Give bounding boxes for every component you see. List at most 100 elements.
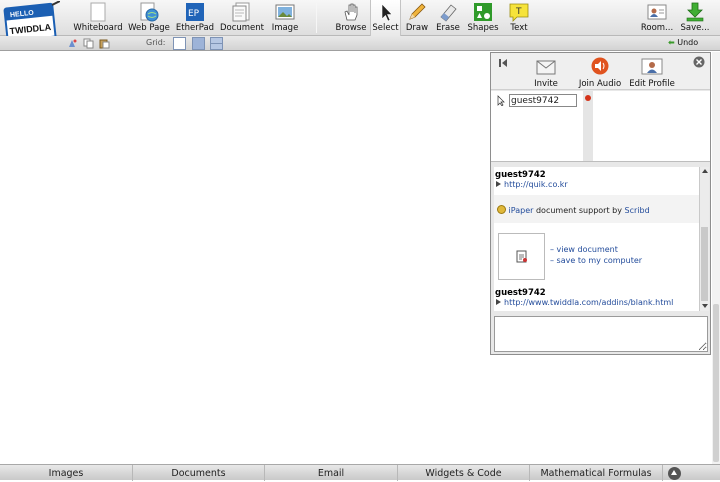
save-to-computer-link[interactable]: – save to my computer (550, 256, 642, 265)
chat-link[interactable]: http://quik.co.kr (496, 180, 568, 189)
undo-label: Undo (677, 38, 699, 47)
undo-button[interactable]: ⬅ Undo (668, 38, 698, 47)
erase-label: Erase (436, 23, 460, 33)
scroll-up-icon[interactable] (702, 169, 708, 173)
room-button[interactable]: Room... (640, 0, 674, 36)
document-thumbnail[interactable] (498, 233, 545, 280)
shapes-icon (474, 3, 492, 21)
participant-status-column (583, 91, 593, 161)
participant-name-field[interactable]: guest9742 (509, 94, 577, 107)
panel-header: Invite Join Audio Edit Profile (491, 53, 710, 90)
edit-profile-button[interactable]: Edit Profile (629, 57, 675, 89)
grid-fine-button[interactable] (210, 37, 223, 50)
invite-label: Invite (534, 79, 558, 89)
select-label: Select (372, 23, 399, 33)
whiteboard-label: Whiteboard (73, 23, 123, 33)
tab-whiteboard[interactable]: Whiteboard (72, 0, 124, 36)
grid-label: Grid: (146, 38, 166, 47)
hand-icon (344, 3, 358, 21)
speaker-icon (591, 57, 609, 75)
image-label: Image (271, 23, 299, 33)
tab-etherpad[interactable]: EP EtherPad (174, 0, 216, 36)
tab-image[interactable]: Image (268, 0, 302, 36)
collapse-panel-icon[interactable] (498, 58, 508, 68)
ipaper-logo-icon (497, 205, 506, 214)
document-icon (232, 2, 250, 22)
arrow-cursor-icon (381, 3, 393, 22)
participants-list: guest9742 (491, 91, 710, 162)
bottom-tab-bar: Images Documents Email Widgets & Code Ma… (0, 464, 720, 481)
room-icon (647, 4, 667, 20)
scroll-down-icon[interactable] (702, 304, 708, 308)
profile-card-icon (641, 58, 663, 75)
tool-browse[interactable]: Browse (333, 0, 369, 36)
paste-icon[interactable] (99, 38, 110, 49)
image-icon (275, 4, 295, 20)
join-audio-button[interactable]: Join Audio (577, 57, 623, 89)
chat-message: guest9742 http://www.twiddla.com/addins/… (494, 288, 673, 307)
ipaper-link[interactable]: iPaper (509, 206, 534, 215)
tool-draw[interactable]: Draw (403, 0, 431, 36)
main-toolbar: HELLO TWIDDLA Whiteboard Web Page EP Eth… (0, 0, 720, 46)
close-icon[interactable] (693, 56, 705, 68)
chat-log: guest9742 http://quik.co.kr iPaper docum… (494, 167, 699, 311)
web-page-label: Web Page (128, 23, 170, 33)
view-document-link[interactable]: – view document (550, 245, 618, 254)
save-icon (686, 2, 704, 22)
expand-panel-button[interactable] (668, 467, 681, 480)
grid-medium-button[interactable] (192, 37, 205, 50)
tool-erase[interactable]: Erase (433, 0, 463, 36)
pencil-icon (409, 3, 426, 20)
text-label: Text (510, 23, 528, 33)
tab-email[interactable]: Email (265, 465, 398, 481)
tab-web-page[interactable]: Web Page (126, 0, 172, 36)
tab-widgets-code[interactable]: Widgets & Code (398, 465, 530, 481)
whiteboard-icon (90, 2, 106, 22)
tab-documents[interactable]: Documents (133, 465, 265, 481)
chat-scroll-thumb[interactable] (701, 227, 708, 301)
web-page-icon (140, 2, 159, 22)
ipaper-text: document support by (533, 206, 625, 215)
browse-label: Browse (335, 23, 367, 33)
document-file-icon (516, 250, 527, 263)
draw-label: Draw (405, 23, 429, 33)
expand-triangle-icon (496, 299, 501, 305)
svg-text:EP: EP (188, 9, 200, 19)
text-icon: T (509, 3, 529, 22)
svg-text:T: T (515, 7, 522, 17)
shapes-label: Shapes (467, 23, 499, 33)
collaboration-panel: Invite Join Audio Edit Profile guest9742… (490, 52, 711, 355)
scribd-link[interactable]: Scribd (625, 206, 650, 215)
grid-none-button[interactable] (173, 37, 186, 50)
join-audio-label: Join Audio (578, 79, 622, 89)
expand-triangle-icon (496, 181, 501, 187)
invite-button[interactable]: Invite (523, 57, 569, 89)
copy-icon[interactable] (83, 38, 94, 49)
envelope-icon (536, 60, 556, 75)
chat-scrollbar[interactable] (699, 167, 709, 311)
tool-text[interactable]: T Text (505, 0, 533, 36)
etherpad-label: EtherPad (175, 23, 215, 33)
tool-select[interactable]: Select (370, 0, 401, 36)
tab-mathematical-formulas[interactable]: Mathematical Formulas (530, 465, 663, 481)
edit-profile-label: Edit Profile (629, 79, 675, 89)
page-scrollbar[interactable] (712, 52, 720, 464)
etherpad-icon: EP (186, 3, 204, 21)
chat-input[interactable] (494, 316, 708, 352)
eraser-icon (440, 4, 457, 22)
save-button[interactable]: Save... (678, 0, 712, 36)
tab-document[interactable]: Document (218, 0, 266, 36)
chevron-up-icon (671, 470, 677, 475)
tool-shapes[interactable]: Shapes (465, 0, 501, 36)
save-label: Save... (680, 23, 710, 33)
tab-images[interactable]: Images (0, 465, 133, 481)
paste-special-icon[interactable] (67, 38, 78, 49)
room-label: Room... (640, 23, 674, 33)
chat-message: guest9742 http://quik.co.kr (494, 170, 568, 189)
status-dot-icon (585, 95, 591, 101)
undo-arrow-icon: ⬅ (668, 38, 675, 47)
page-scroll-thumb[interactable] (713, 304, 719, 462)
chat-link[interactable]: http://www.twiddla.com/addins/blank.html (496, 298, 673, 307)
chat-username: guest9742 (495, 288, 546, 298)
document-label: Document (219, 23, 265, 33)
